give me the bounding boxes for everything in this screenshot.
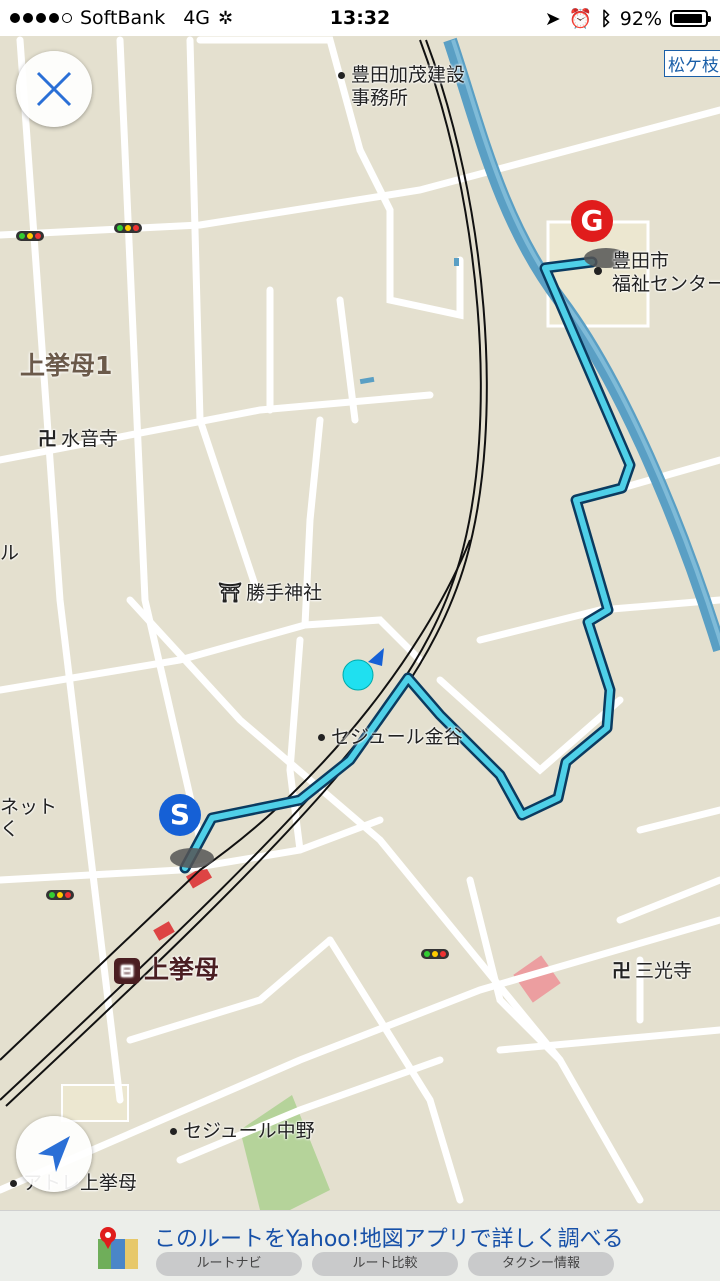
pond	[454, 258, 459, 266]
label-sejour-kanaya-text: セジュール金谷	[331, 726, 463, 748]
route-navi-pill[interactable]: ルートナビ	[156, 1252, 302, 1276]
label-suion-temple-text: 水音寺	[61, 428, 119, 450]
banner-title[interactable]: このルートをYahoo!地図アプリで詳しく調べる	[154, 1221, 624, 1253]
label-katte-shrine: ⛩ 勝手神社	[218, 578, 322, 605]
park-area	[240, 1095, 330, 1210]
location-services-icon: ➤	[544, 7, 561, 30]
alarm-icon: ⏰	[568, 8, 593, 30]
poi-dot	[170, 1128, 177, 1135]
status-bar: SoftBank 4G ✲ 13:32 ➤ ⏰ ᛒ 92%	[0, 0, 720, 36]
label-sankoji-text: 三光寺	[635, 960, 693, 982]
label-sejour-nakano: セジュール中野	[170, 1116, 315, 1143]
label-matsugae: 松ケ枝	[664, 50, 720, 77]
label-welfare-center: 豊田市 福祉センター	[612, 250, 720, 295]
battery-icon	[670, 10, 711, 27]
temple-icon: 卍	[612, 960, 632, 982]
label-katte-shrine-text: 勝手神社	[246, 582, 323, 604]
temple-icon: 卍	[38, 428, 58, 450]
label-netto: ネット く	[0, 796, 58, 840]
label-ru: ル	[0, 542, 20, 564]
close-button[interactable]	[16, 51, 92, 127]
yahoo-map-app-icon	[98, 1227, 138, 1269]
label-suion-temple: 卍水音寺	[38, 424, 118, 451]
label-station-text: 上挙母	[144, 955, 220, 984]
label-sejour-kanaya: セジュール金谷	[318, 722, 463, 749]
battery-percent: 92%	[619, 7, 662, 30]
label-station: ⊟ 上挙母	[114, 950, 219, 986]
label-sejour-nakano-text: セジュール中野	[183, 1120, 315, 1142]
status-right: ➤ ⏰ ᛒ 92%	[544, 7, 711, 30]
poi-dot	[338, 72, 345, 79]
shrine-icon: ⛩	[218, 582, 243, 604]
current-location-dot	[342, 659, 374, 691]
pond	[359, 376, 375, 385]
location-arrow-icon	[38, 1136, 70, 1172]
label-sankoji: 卍三光寺	[612, 956, 692, 983]
river	[443, 37, 720, 653]
poi-dot	[318, 734, 325, 741]
goal-marker[interactable]: G	[571, 200, 613, 242]
label-office-text: 豊田加茂建設 事務所	[351, 64, 466, 109]
map-view[interactable]: 豊田加茂建設 事務所 豊田市 福祉センター 上挙母1 卍水音寺 ⛩ 勝手神社 セジ…	[0, 36, 720, 1210]
station-icon: ⊟	[114, 958, 140, 984]
bluetooth-icon: ᛒ	[600, 7, 612, 30]
taxi-info-pill[interactable]: タクシー情報	[468, 1252, 614, 1276]
map-canvas	[0, 36, 720, 1210]
start-marker[interactable]: S	[159, 794, 201, 836]
route-compare-pill[interactable]: ルート比較	[312, 1252, 458, 1276]
current-location-button[interactable]	[16, 1116, 92, 1192]
yahoo-map-banner[interactable]: このルートをYahoo!地図アプリで詳しく調べる ルートナビ ルート比較 タクシ…	[0, 1210, 720, 1281]
heading-indicator	[368, 648, 384, 666]
label-office: 豊田加茂建設 事務所	[338, 64, 465, 110]
railway	[0, 39, 488, 1107]
close-icon	[36, 71, 72, 107]
label-district: 上挙母1	[20, 351, 113, 380]
